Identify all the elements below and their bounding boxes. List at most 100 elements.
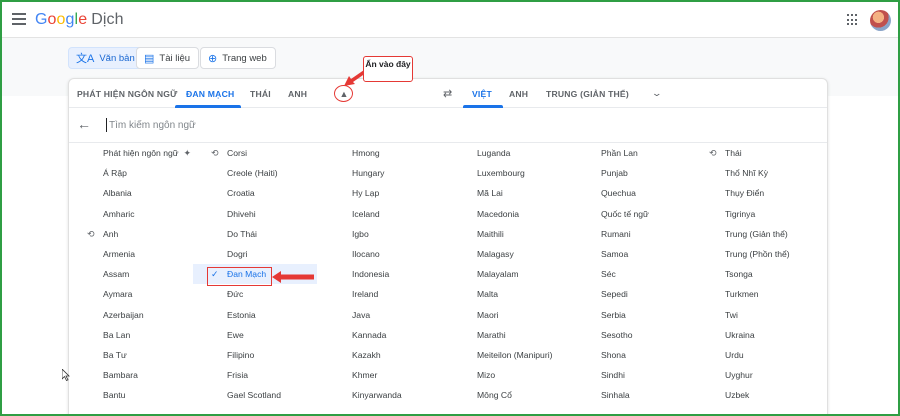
tab-thai[interactable]: THÁI (250, 89, 271, 99)
language-item[interactable]: Do Thái (193, 224, 317, 244)
language-item[interactable]: Tsonga (691, 264, 815, 284)
language-item[interactable]: Ewe (193, 325, 317, 345)
tab-detect-language[interactable]: PHÁT HIỆN NGÔN NGỮ (77, 89, 178, 99)
language-item[interactable]: Creole (Haiti) (193, 163, 317, 183)
language-item[interactable]: Igbo (318, 224, 442, 244)
language-item[interactable]: Rumani (567, 224, 691, 244)
language-item[interactable]: Tigrinya (691, 204, 815, 224)
language-item[interactable]: Amharic (69, 204, 193, 224)
language-item[interactable]: Khmer (318, 365, 442, 385)
language-item[interactable]: Filipino (193, 345, 317, 365)
language-item[interactable]: Trung (Phồn thể) (691, 244, 815, 264)
language-item[interactable]: Á Rập (69, 163, 193, 183)
language-item[interactable]: Uzbek (691, 385, 815, 405)
mode-text-button[interactable]: 文A Văn bản (68, 47, 144, 69)
language-item[interactable]: Aymara (69, 284, 193, 304)
language-column: Luganda Luxembourg Mã Lai Macedonia Maithili… (443, 143, 567, 405)
google-translate-logo[interactable]: Google Dịch (35, 11, 124, 29)
language-item[interactable]: Trung (Giản thể) (691, 224, 815, 244)
language-item[interactable]: Punjab (567, 163, 691, 183)
language-item[interactable]: Java (318, 305, 442, 325)
language-item[interactable]: Turkmen (691, 284, 815, 304)
language-item[interactable]: Armenia (69, 244, 193, 264)
language-item[interactable]: Thổ Nhĩ Kỳ (691, 163, 815, 183)
back-arrow-icon[interactable]: ← (77, 116, 91, 132)
language-item[interactable]: Uyghur (691, 365, 815, 385)
language-item[interactable]: Phát hiện ngôn ngữ ✦ (69, 143, 193, 163)
language-item[interactable]: Twi (691, 305, 815, 325)
more-languages-chevron-icon[interactable]: ⌄ (651, 88, 662, 99)
language-item[interactable]: Samoa (567, 244, 691, 264)
tab-target-english[interactable]: ANH (509, 89, 528, 99)
language-item[interactable]: Dhivehi (193, 204, 317, 224)
avatar[interactable] (870, 10, 891, 31)
language-item[interactable]: Azerbaijan (69, 305, 193, 325)
language-item[interactable]: Meiteilon (Manipuri) (443, 345, 567, 365)
language-item[interactable]: Malayalam (443, 264, 567, 284)
tab-vietnamese[interactable]: VIỆT (472, 89, 492, 99)
language-label: Khmer (352, 370, 378, 381)
language-item[interactable]: Đức (193, 284, 317, 304)
language-item[interactable]: Sesotho (567, 325, 691, 345)
language-item[interactable]: Ilocano (318, 244, 442, 264)
language-item[interactable]: Albania (69, 183, 193, 203)
language-item[interactable]: Thụy Điển (691, 183, 815, 203)
language-item[interactable]: Sinhala (567, 385, 691, 405)
language-item[interactable]: Ba Lan (69, 325, 193, 345)
language-item[interactable]: ⟲ Anh (69, 224, 193, 244)
mode-website-button[interactable]: ⊕ Trang web (200, 47, 276, 69)
language-item[interactable]: Sindhi (567, 365, 691, 385)
language-item[interactable]: Hungary (318, 163, 442, 183)
language-item[interactable]: Ukraina (691, 325, 815, 345)
language-item[interactable]: Gael Scotland (193, 385, 317, 405)
language-item[interactable]: Assam (69, 264, 193, 284)
language-item[interactable]: Phần Lan (567, 143, 691, 163)
language-item[interactable]: Macedonia (443, 204, 567, 224)
language-item[interactable]: Mizo (443, 365, 567, 385)
language-item[interactable]: Frisia (193, 365, 317, 385)
language-item[interactable]: Luganda (443, 143, 567, 163)
language-item[interactable]: Bambara (69, 365, 193, 385)
language-item[interactable]: Maithili (443, 224, 567, 244)
language-item[interactable]: Mông Cổ (443, 385, 567, 405)
language-item[interactable]: ⟲ Thái (691, 143, 815, 163)
language-item[interactable]: Kinyarwanda (318, 385, 442, 405)
language-item[interactable]: Marathi (443, 325, 567, 345)
language-item[interactable]: Malta (443, 284, 567, 304)
language-item[interactable]: Shona (567, 345, 691, 365)
language-item[interactable]: Hmong (318, 143, 442, 163)
language-item[interactable]: Urdu (691, 345, 815, 365)
hamburger-menu-icon[interactable] (12, 13, 26, 25)
language-item[interactable]: Indonesia (318, 264, 442, 284)
language-label: Maori (477, 309, 499, 320)
language-item[interactable]: Iceland (318, 204, 442, 224)
language-item[interactable]: Quốc tế ngữ (567, 204, 691, 224)
language-item[interactable]: Croatia (193, 183, 317, 203)
mode-document-button[interactable]: ▤ Tài liệu (136, 47, 200, 69)
tab-danish[interactable]: ĐAN MẠCH (186, 89, 234, 99)
language-item[interactable]: Hy Lạp (318, 183, 442, 203)
language-item[interactable]: Maori (443, 305, 567, 325)
language-item[interactable]: Kazakh (318, 345, 442, 365)
language-item[interactable]: Malagasy (443, 244, 567, 264)
tab-english[interactable]: ANH (288, 89, 307, 99)
language-item[interactable]: Kannada (318, 325, 442, 345)
apps-grid-icon[interactable] (847, 14, 859, 26)
language-item[interactable]: Mã Lai (443, 183, 567, 203)
language-item[interactable]: Estonia (193, 305, 317, 325)
source-tab-underline (175, 105, 241, 108)
language-item[interactable]: Dogri (193, 244, 317, 264)
language-item[interactable]: Ireland (318, 284, 442, 304)
language-search-input[interactable] (106, 118, 506, 132)
language-item[interactable]: Sepedi (567, 284, 691, 304)
language-item[interactable]: Ba Tư (69, 345, 193, 365)
tab-chinese-simplified[interactable]: TRUNG (GIẢN THỂ) (546, 89, 629, 99)
language-label: Mizo (477, 370, 496, 381)
language-item[interactable]: Séc (567, 264, 691, 284)
swap-languages-icon[interactable]: ⇄ (443, 87, 452, 100)
language-item[interactable]: Luxembourg (443, 163, 567, 183)
language-item[interactable]: Quechua (567, 183, 691, 203)
language-item[interactable]: ⟲ Corsi (193, 143, 317, 163)
language-item[interactable]: Bantu (69, 385, 193, 405)
language-item[interactable]: Serbia (567, 305, 691, 325)
